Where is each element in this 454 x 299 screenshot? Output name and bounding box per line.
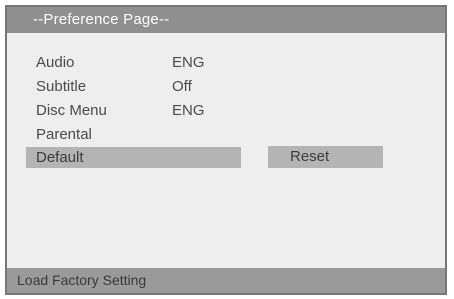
menu-item-subtitle[interactable]: Subtitle Off bbox=[7, 76, 445, 98]
status-bar: Load Factory Setting bbox=[7, 268, 445, 293]
menu-item-value: ENG bbox=[172, 54, 205, 71]
reset-option-button[interactable]: Reset bbox=[268, 146, 383, 168]
preference-screen: --Preference Page-- Audio ENG Subtitle O… bbox=[5, 5, 447, 295]
menu-item-audio[interactable]: Audio ENG bbox=[7, 52, 445, 74]
preference-menu: Audio ENG Subtitle Off Disc Menu ENG Par… bbox=[7, 7, 445, 293]
menu-item-label: Subtitle bbox=[36, 78, 87, 95]
menu-item-label: Disc Menu bbox=[36, 102, 107, 119]
menu-item-disc-menu[interactable]: Disc Menu ENG bbox=[7, 100, 445, 122]
menu-item-label: Audio bbox=[36, 54, 75, 71]
menu-item-parental[interactable]: Parental bbox=[7, 124, 445, 146]
menu-item-label: Default bbox=[36, 149, 84, 166]
menu-item-value: Off bbox=[172, 78, 192, 95]
menu-item-label: Parental bbox=[36, 126, 92, 143]
menu-item-value: ENG bbox=[172, 102, 205, 119]
